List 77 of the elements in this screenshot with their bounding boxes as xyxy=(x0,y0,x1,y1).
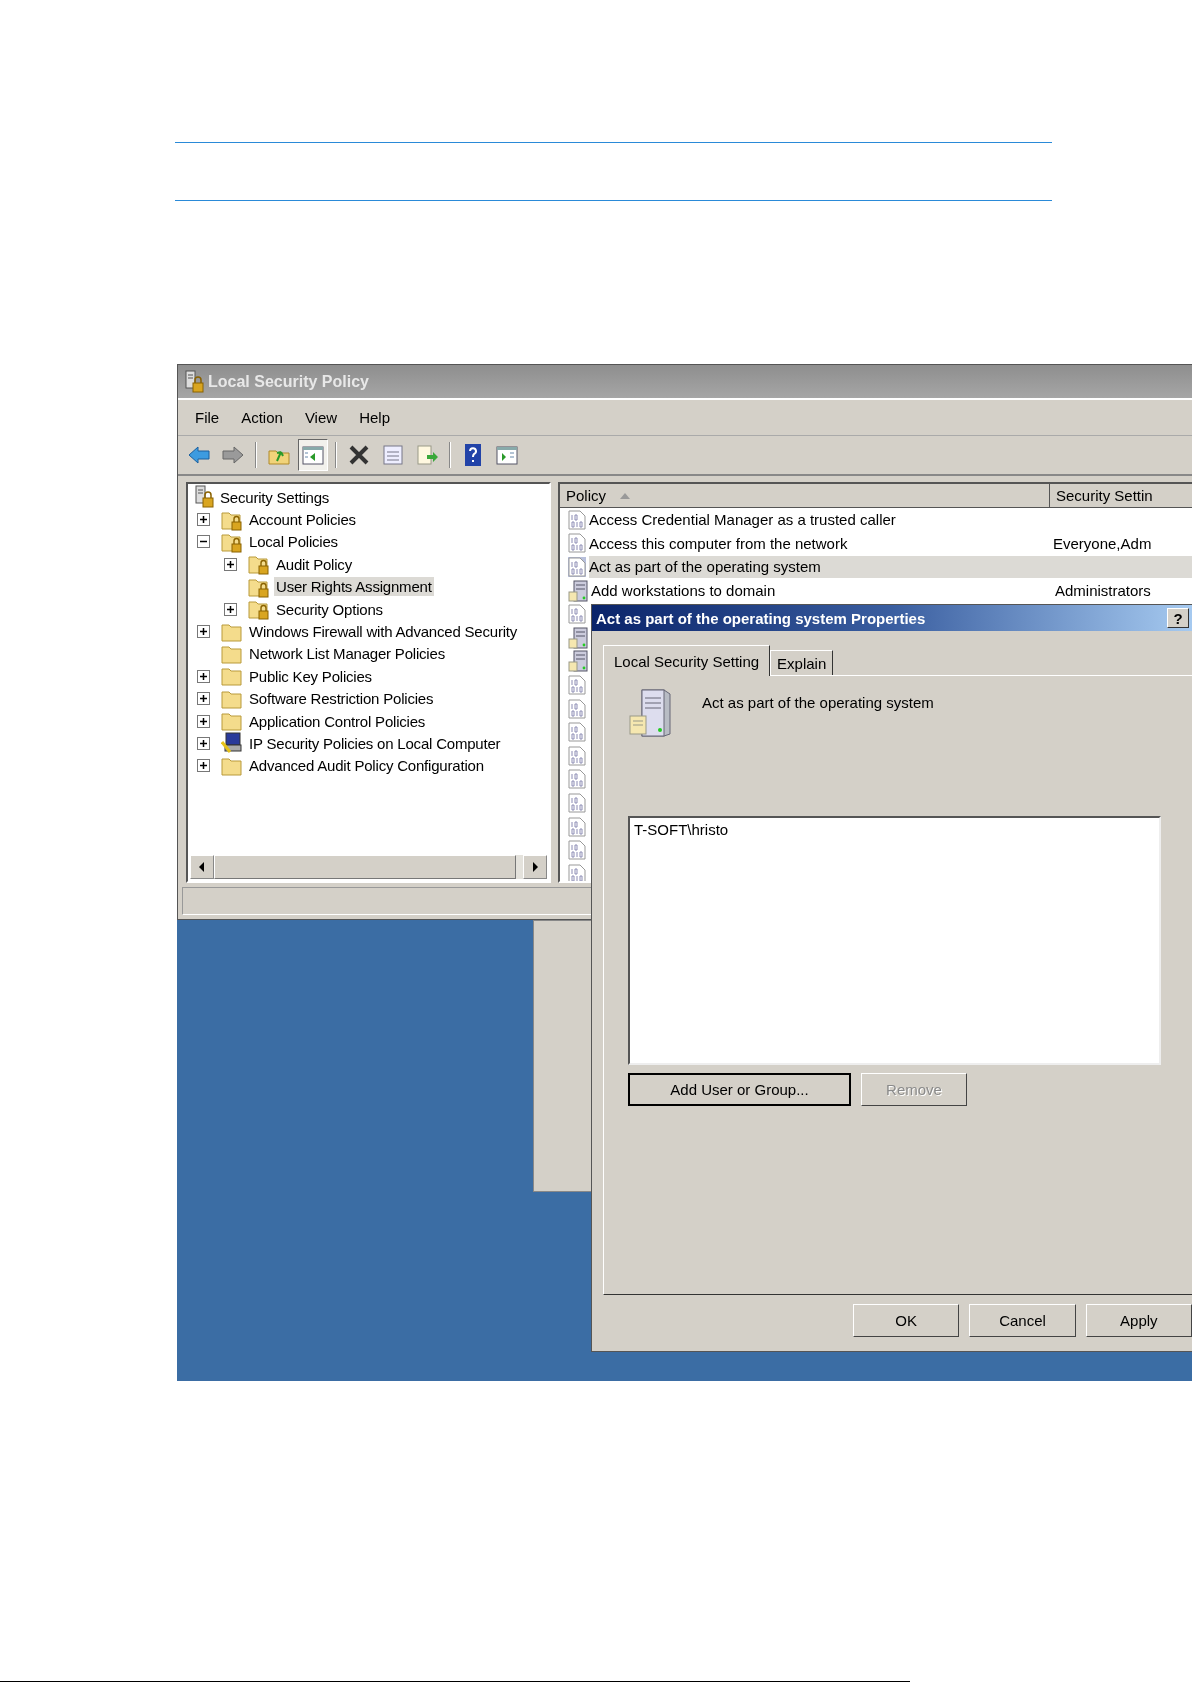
add-button[interactable]: Add User or Group... xyxy=(628,1073,851,1106)
tree-item[interactable]: Network List Manager Policies xyxy=(247,644,447,664)
expand-icon[interactable] xyxy=(197,714,210,728)
tree-item[interactable]: Advanced Audit Policy Configuration xyxy=(247,756,486,776)
folder-icon xyxy=(221,710,243,733)
expand-icon[interactable] xyxy=(197,513,210,527)
tree-item[interactable]: User Rights Assignment xyxy=(274,577,434,597)
locked-folder-icon xyxy=(248,553,270,576)
scroll-track[interactable] xyxy=(516,855,523,879)
folder-icon xyxy=(221,665,243,688)
right-arrow-icon xyxy=(531,862,539,872)
binary-document-icon xyxy=(568,674,586,695)
tree-item[interactable]: Software Restriction Policies xyxy=(247,689,436,709)
window-title: Local Security Policy xyxy=(208,372,369,391)
member-entry[interactable]: T-SOFT\hristo xyxy=(634,821,1155,838)
computer-key-icon xyxy=(221,732,243,755)
dialog-button[interactable]: OK xyxy=(853,1304,960,1337)
scroll-left-button[interactable] xyxy=(190,855,214,879)
tab[interactable]: Explain xyxy=(770,650,834,676)
dialog-button[interactable]: Apply xyxy=(1085,1304,1192,1337)
server-icon xyxy=(568,650,588,673)
server-lock-icon xyxy=(194,485,214,510)
binary-document-icon xyxy=(568,769,586,790)
binary-document-icon xyxy=(568,722,586,743)
server-icon xyxy=(568,579,588,602)
binary-document-icon xyxy=(568,745,586,766)
tree-item[interactable]: Local Policies xyxy=(247,532,340,552)
expand-icon[interactable] xyxy=(197,759,210,773)
binary-document-icon xyxy=(568,533,586,554)
binary-document-icon xyxy=(568,557,586,577)
server-icon xyxy=(628,688,672,738)
menu-item[interactable]: Help xyxy=(348,407,401,428)
expand-icon[interactable] xyxy=(197,737,210,750)
policy-name[interactable]: Access this computer from the network xyxy=(589,534,1053,552)
scroll-right-button[interactable] xyxy=(523,855,547,879)
dialog-title: Act as part of the operating system Properties xyxy=(596,609,926,627)
policy-name[interactable]: Access Credential Manager as a trusted caller xyxy=(589,511,1053,529)
menu-item[interactable]: Action xyxy=(230,407,294,428)
expand-icon[interactable] xyxy=(197,669,210,683)
dialog-button[interactable]: Cancel xyxy=(969,1304,1076,1337)
expand-icon[interactable] xyxy=(197,625,210,639)
binary-document-icon xyxy=(568,816,586,837)
tree-item[interactable]: Windows Firewall with Advanced Security xyxy=(247,622,520,642)
expand-icon[interactable] xyxy=(197,692,210,706)
show-tree-icon[interactable] xyxy=(298,439,328,471)
column-header[interactable]: Policy xyxy=(560,484,1050,507)
tree-item[interactable]: Security Settings xyxy=(218,487,332,507)
tree-item[interactable]: IP Security Policies on Local Computer xyxy=(247,734,503,753)
security-setting: Everyone,Adm xyxy=(1053,534,1152,552)
binary-document-icon xyxy=(568,840,586,861)
binary-document-icon xyxy=(568,509,586,530)
locked-folder-icon xyxy=(248,598,270,621)
horizontal-scrollbar[interactable] xyxy=(190,855,547,879)
tree-item[interactable]: Security Options xyxy=(274,599,385,619)
help-button[interactable]: ? xyxy=(1167,608,1189,628)
expand-icon[interactable] xyxy=(224,602,237,616)
tree-item[interactable]: Public Key Policies xyxy=(247,666,374,686)
left-arrow-icon xyxy=(198,862,206,872)
menu-item[interactable]: View xyxy=(293,407,349,428)
tree-item[interactable]: Application Control Policies xyxy=(247,711,428,731)
scroll-thumb[interactable] xyxy=(214,855,516,879)
binary-document-icon xyxy=(568,792,586,813)
tab[interactable]: Local Security Setting xyxy=(603,645,771,676)
policy-title: Act as part of the operating system xyxy=(702,693,934,711)
policy-name[interactable]: Add workstations to domain xyxy=(591,582,1055,600)
tree-item[interactable]: Account Policies xyxy=(247,510,358,530)
server-icon xyxy=(568,626,588,649)
members-list[interactable]: T-SOFT\hristo xyxy=(628,816,1161,1065)
binary-document-icon xyxy=(568,698,586,719)
expand-icon[interactable] xyxy=(224,557,237,571)
security-setting: Administrators xyxy=(1055,582,1151,600)
tree-item[interactable]: Audit Policy xyxy=(274,554,354,574)
column-header[interactable]: Security Settin xyxy=(1050,484,1192,507)
menu-item[interactable]: File xyxy=(184,407,231,428)
server-lock-icon xyxy=(184,369,204,394)
binary-document-icon xyxy=(568,604,586,625)
collapse-icon[interactable] xyxy=(197,535,210,549)
